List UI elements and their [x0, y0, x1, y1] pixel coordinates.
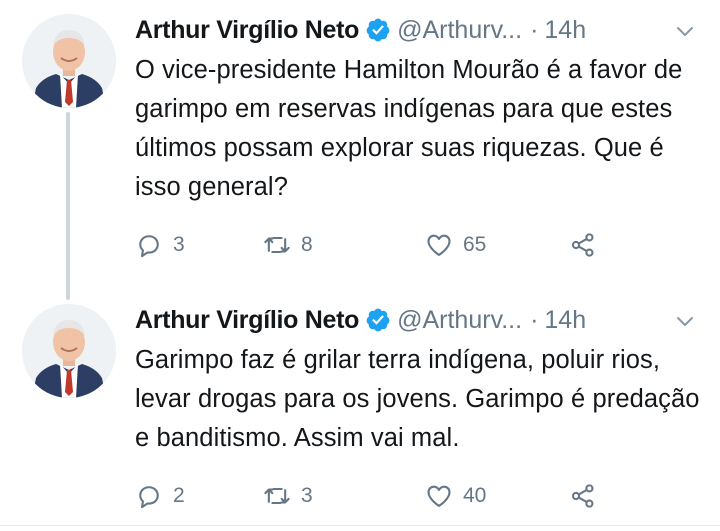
- verified-badge-icon: [366, 18, 390, 42]
- author-name[interactable]: Arthur Virgílio Neto: [135, 16, 359, 45]
- tweet-text: Garimpo faz é grilar terra indígena, pol…: [135, 346, 700, 452]
- reply-button[interactable]: 2: [135, 476, 185, 516]
- author-name[interactable]: Arthur Virgílio Neto: [135, 306, 359, 335]
- chevron-down-icon[interactable]: [675, 22, 695, 42]
- chevron-down-icon[interactable]: [675, 312, 695, 332]
- reply-icon: [139, 235, 159, 258]
- share-icon: [571, 233, 594, 257]
- tweet-actions: 2 3 40: [135, 476, 705, 516]
- retweet-icon: [264, 236, 290, 254]
- retweet-button[interactable]: 3: [263, 476, 313, 516]
- tweet[interactable]: Arthur Virgílio Neto @Arthurv... · 14h G…: [0, 290, 720, 531]
- tweet-text: O vice-presidente Hamilton Mourão é a fa…: [135, 56, 683, 201]
- tweet-header: Arthur Virgílio Neto @Arthurv... · 14h: [135, 10, 705, 50]
- like-button[interactable]: 40: [425, 476, 486, 516]
- reply-count: 2: [173, 484, 185, 507]
- verified-badge-icon: [366, 308, 390, 332]
- retweet-count: 3: [301, 484, 313, 507]
- share-icon: [571, 484, 594, 508]
- author-handle[interactable]: @Arthurv...: [397, 16, 522, 45]
- avatar[interactable]: [22, 14, 116, 108]
- timestamp[interactable]: 14h: [544, 16, 586, 45]
- like-count: 40: [463, 484, 487, 507]
- like-count: 65: [463, 233, 487, 256]
- retweet-count: 8: [301, 233, 313, 256]
- separator-dot: ·: [530, 305, 539, 334]
- retweet-button[interactable]: 8: [263, 225, 313, 265]
- retweet-icon: [264, 487, 290, 505]
- share-button[interactable]: [569, 476, 597, 516]
- reply-count: 3: [173, 233, 185, 256]
- tweet[interactable]: Arthur Virgílio Neto @Arthurv... · 14h O…: [0, 0, 720, 290]
- reply-button[interactable]: 3: [135, 225, 185, 265]
- tweet-actions: 3 8 65: [135, 225, 705, 265]
- share-button[interactable]: [569, 225, 597, 265]
- author-handle[interactable]: @Arthurv...: [397, 306, 522, 335]
- like-button[interactable]: 65: [425, 225, 486, 265]
- divider: [0, 525, 720, 526]
- tweet-header: Arthur Virgílio Neto @Arthurv... · 14h: [135, 300, 705, 340]
- heart-icon: [427, 485, 451, 507]
- separator-dot: ·: [530, 15, 539, 44]
- reply-icon: [139, 486, 159, 509]
- heart-icon: [427, 234, 451, 256]
- avatar[interactable]: [22, 304, 116, 398]
- timestamp[interactable]: 14h: [544, 306, 586, 335]
